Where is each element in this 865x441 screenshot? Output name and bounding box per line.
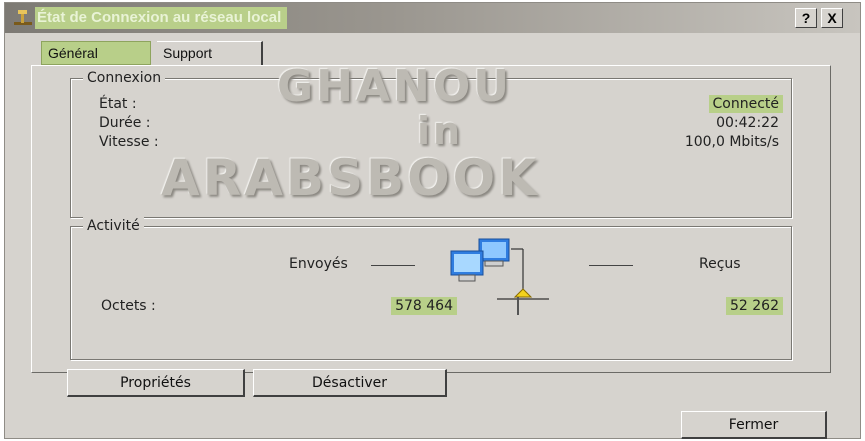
- tab-panel-general: Connexion État : Durée : Vitesse : Conne…: [31, 61, 831, 373]
- speed-value: 100,0 Mbits/s: [684, 134, 779, 150]
- watermark-line-3: ARABSBOOK: [161, 149, 540, 207]
- tab-support[interactable]: Support: [157, 41, 263, 65]
- close-icon[interactable]: X: [821, 8, 843, 28]
- activite-group-title: Activité: [83, 217, 144, 235]
- received-line: [589, 265, 633, 266]
- connection-status-dialog: État de Connexion au réseau local ? X Gé…: [4, 2, 861, 439]
- state-label: État :: [99, 96, 137, 112]
- duration-label: Durée :: [99, 115, 151, 131]
- duration-value: 00:42:22: [716, 115, 779, 131]
- network-connection-icon: [14, 10, 32, 25]
- close-button[interactable]: Fermer: [681, 411, 827, 439]
- help-button[interactable]: ?: [795, 8, 817, 28]
- network-computers-icon: [450, 238, 549, 300]
- sent-line: [371, 265, 415, 266]
- state-value: Connecté: [708, 95, 783, 113]
- title-bar[interactable]: État de Connexion au réseau local ? X: [5, 3, 860, 33]
- bytes-label: Octets :: [101, 298, 156, 314]
- disable-button[interactable]: Désactiver: [253, 369, 447, 397]
- properties-button[interactable]: Propriétés: [67, 369, 245, 397]
- watermark-line-1: GHANOU: [277, 61, 512, 112]
- activity-divider: [517, 297, 519, 315]
- received-label: Reçus: [699, 256, 741, 272]
- connexion-group-title: Connexion: [83, 69, 166, 87]
- tab-general[interactable]: Général: [41, 41, 151, 65]
- sent-label: Envoyés: [289, 256, 348, 272]
- connexion-group: Connexion État : Durée : Vitesse : Conne…: [70, 61, 792, 218]
- window-title: État de Connexion au réseau local: [35, 7, 288, 29]
- watermark-line-2: in: [417, 109, 464, 153]
- activite-group: Activité Envoyés Reçus Octets : 578 464 …: [70, 217, 792, 360]
- bytes-sent-value: 578 464: [391, 297, 457, 315]
- bytes-received-value: 52 262: [726, 297, 783, 315]
- speed-label: Vitesse :: [99, 134, 159, 150]
